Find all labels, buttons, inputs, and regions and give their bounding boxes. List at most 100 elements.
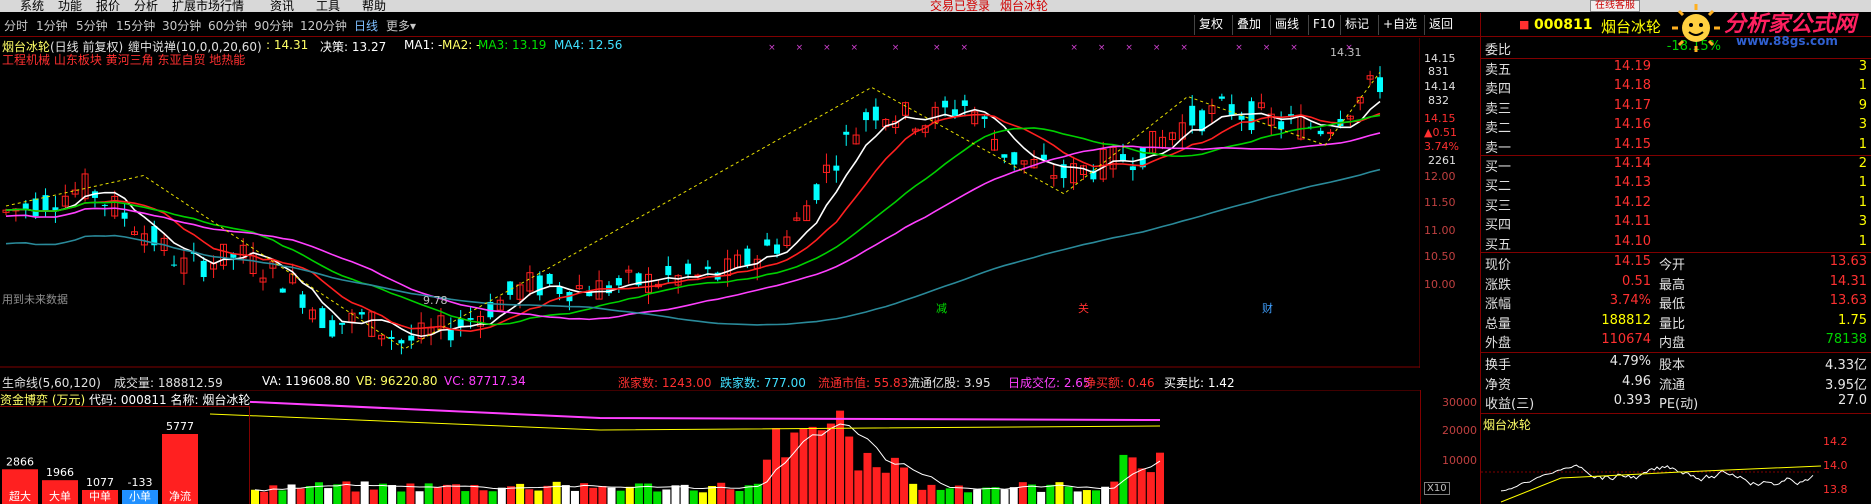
period-120min[interactable]: 120分钟	[300, 17, 347, 34]
sell-order-row[interactable]: 卖五 14.19 3	[1481, 59, 1871, 78]
sun-logo-icon	[1672, 4, 1720, 52]
order-volume: 3	[1858, 59, 1867, 74]
stat-label: 量比	[1659, 316, 1686, 332]
period-5min[interactable]: 5分钟	[76, 17, 108, 34]
funds-code: 代码: 000811	[89, 393, 167, 407]
stock-marker-icon: ■	[1519, 18, 1530, 31]
order-volume: 1	[1858, 78, 1867, 94]
volume-bar	[287, 484, 296, 504]
volume-bar	[388, 485, 397, 504]
volume-header: 生命线(5,60,120) 成交量: 188812.59 VA: 119608.…	[0, 374, 1420, 390]
volume-bar	[817, 430, 826, 504]
volume-bar	[936, 489, 945, 504]
buy-order-row[interactable]: 买一 14.14 2	[1481, 156, 1871, 175]
stat-label: 涨跌	[1485, 277, 1512, 293]
online-service-button[interactable]: 在线客服	[1590, 0, 1640, 12]
candle-body	[556, 286, 563, 294]
period-more[interactable]: 更多▾	[386, 17, 416, 34]
candle-body	[299, 294, 306, 308]
sell-order-row[interactable]: 卖二 14.16 3	[1481, 117, 1871, 136]
menu-analysis[interactable]: 分析	[134, 0, 158, 12]
chart-concepts: 工程机械 山东板块 黄河三角 东亚自贸 地热能	[2, 53, 246, 67]
menu-bar: 系统 功能 报价 分析 扩展市场行情 资讯 工具 帮助 交易已登录 烟台冰轮 在…	[0, 0, 1871, 12]
funds-panel: 资金博弈 (万元) 代码: 000811 名称: 烟台冰轮 2866 超大 1966…	[0, 391, 250, 504]
volume-bar	[982, 487, 991, 504]
buy-order-row[interactable]: 买三 14.12 1	[1481, 195, 1871, 214]
volume-bar	[497, 487, 506, 504]
period-1min[interactable]: 1分钟	[36, 17, 68, 34]
buy-order-row[interactable]: 买五 14.10 1	[1481, 234, 1871, 253]
volume-bar	[296, 488, 305, 504]
order-price: 14.11	[1613, 214, 1651, 230]
menu-ext-market[interactable]: 扩展市场行情	[172, 0, 244, 12]
signal-marker: ×	[1153, 43, 1161, 53]
period-daily[interactable]: 日线	[354, 17, 378, 34]
volume-bar	[671, 485, 680, 504]
stat-value: 4.79%	[1609, 354, 1651, 369]
mini-intraday-chart[interactable]	[1481, 432, 1871, 504]
chart-ma1: MA1: -	[404, 38, 443, 52]
stat-value: 27.0	[1838, 393, 1867, 409]
event-reduce[interactable]: 减	[936, 300, 947, 316]
period-intraday[interactable]: 分时	[4, 17, 28, 34]
menu-function[interactable]: 功能	[58, 0, 82, 12]
event-finance[interactable]: 财	[1262, 300, 1273, 316]
period-60min[interactable]: 60分钟	[208, 17, 247, 34]
overlay-button[interactable]: 叠加	[1232, 15, 1265, 35]
mark-button[interactable]: 标记	[1340, 15, 1373, 35]
candle-body	[408, 335, 415, 341]
volume-bar	[397, 491, 406, 504]
menu-system[interactable]: 系统	[20, 0, 44, 12]
buy-order-row[interactable]: 买四 14.11 3	[1481, 214, 1871, 233]
adjust-button[interactable]: 复权	[1194, 15, 1227, 35]
draw-line-button[interactable]: 画线	[1270, 15, 1303, 35]
buy-sell-ratio: 买卖比: 1.42	[1164, 376, 1235, 390]
period-15min[interactable]: 15分钟	[116, 17, 155, 34]
mini-axis-label: 14.0	[1823, 459, 1848, 472]
circ-value: 流通市值: 55.83	[818, 376, 909, 390]
event-relation[interactable]: 关	[1078, 300, 1089, 316]
order-volume: 1	[1858, 136, 1867, 152]
signal-marker: ×	[1235, 43, 1243, 53]
order-price: 14.14	[1613, 156, 1651, 171]
stat-row: 现价 14.15 今开 13.63	[1481, 254, 1871, 273]
volume-bar	[461, 491, 470, 504]
stat-value: 0.393	[1613, 393, 1651, 409]
vc-value: VC: 87717.34	[444, 374, 526, 388]
candle-body	[1189, 105, 1196, 126]
back-button[interactable]: 返回	[1424, 15, 1457, 35]
add-watchlist-button[interactable]: +自选	[1378, 15, 1421, 35]
candle-body	[398, 340, 405, 344]
stat-value: 14.15	[1613, 254, 1651, 269]
low-price-label: 9.78	[423, 294, 448, 307]
order-label: 卖四	[1485, 82, 1512, 98]
f10-button[interactable]: F10	[1308, 15, 1339, 35]
candle-body	[1248, 101, 1255, 131]
sell-order-row[interactable]: 卖一 14.15 1	[1481, 137, 1871, 156]
order-price: 14.15	[1613, 136, 1651, 152]
signal-marker: ×	[1098, 43, 1106, 53]
menu-quote[interactable]: 报价	[96, 0, 120, 12]
sell-order-row[interactable]: 卖三 14.17 9	[1481, 98, 1871, 117]
order-volume: 1	[1858, 233, 1867, 249]
stat-value: 14.31	[1829, 273, 1867, 289]
volume-bar	[900, 467, 909, 504]
kline-chart[interactable]: × × × × × × × × × × × × × × × × 烟台冰轮 (日线 前复权) 缠中说禅(10,0…	[0, 38, 1459, 368]
period-90min[interactable]: 90分钟	[254, 17, 293, 34]
future-data-note: 用到未来数据	[2, 293, 68, 306]
menu-news[interactable]: 资讯	[270, 0, 294, 12]
menu-help[interactable]: 帮助	[362, 0, 386, 12]
candle-body	[872, 106, 879, 121]
chart-ma3: MA3: 13.19	[478, 38, 547, 52]
period-30min[interactable]: 30分钟	[162, 17, 201, 34]
signal-marker: ×	[851, 43, 859, 53]
volume-bar	[653, 491, 662, 504]
menu-tools[interactable]: 工具	[316, 0, 340, 12]
buy-order-row[interactable]: 买二 14.13 1	[1481, 175, 1871, 194]
stat-value: 13.63	[1829, 254, 1867, 269]
sell-order-row[interactable]: 卖四 14.18 1	[1481, 78, 1871, 97]
volume-ma-mid	[209, 413, 1161, 431]
zoom-x10-button[interactable]: X10	[1424, 482, 1450, 495]
axis-label: 10.00	[1424, 278, 1456, 291]
divider	[1481, 413, 1871, 414]
